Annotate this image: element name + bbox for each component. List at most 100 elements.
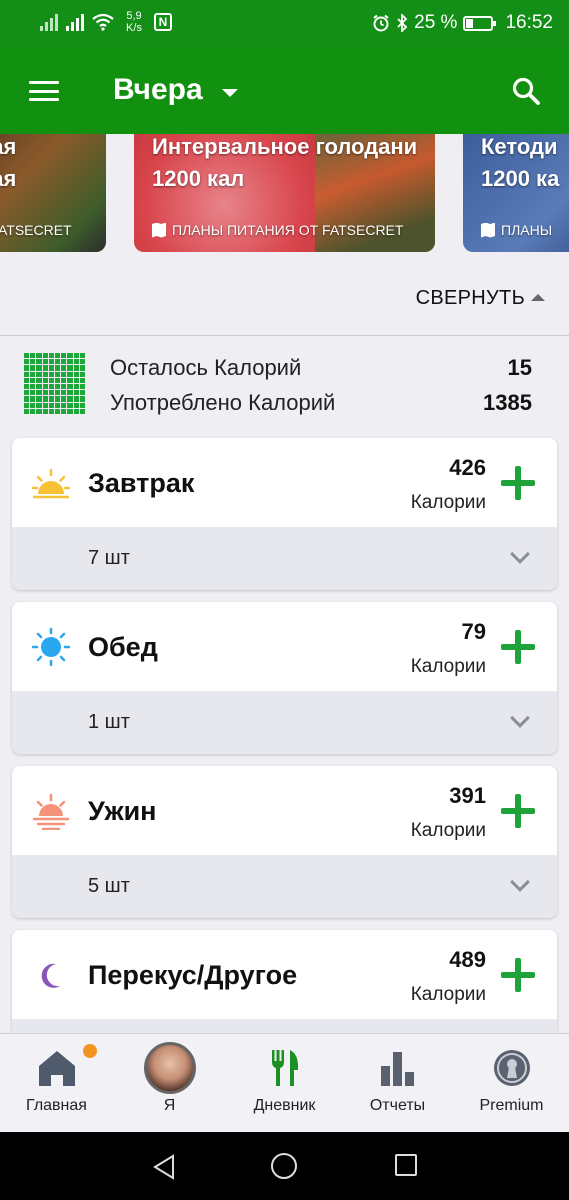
meal-header[interactable]: Завтрак 426 Калории bbox=[12, 438, 557, 527]
meal-items-row[interactable]: 1 шт bbox=[12, 691, 557, 754]
nav-premium-label: Premium bbox=[479, 1097, 544, 1114]
menu-icon[interactable] bbox=[29, 81, 59, 101]
search-icon[interactable] bbox=[511, 76, 541, 106]
meal-plan-source-label: ПЛАНЫ ПИТАНИЯ ОТ FATSECRET bbox=[172, 222, 404, 238]
meal-name: Ужин bbox=[88, 796, 157, 826]
nav-diary[interactable]: Дневник bbox=[228, 1034, 341, 1133]
meal-plan-title-line2: ная bbox=[0, 166, 17, 191]
moon-icon bbox=[41, 963, 60, 988]
meal-calories-label: Калории bbox=[410, 492, 486, 513]
divider bbox=[0, 335, 569, 336]
meal-plan-title-line1: вая bbox=[0, 134, 17, 159]
date-title[interactable]: Вчера bbox=[113, 73, 203, 107]
nav-home[interactable]: Главная bbox=[0, 1034, 113, 1133]
bluetooth-icon bbox=[397, 14, 408, 32]
meal-item-count: 7 шт bbox=[88, 547, 130, 569]
calorie-grid-icon bbox=[24, 353, 85, 414]
meal-plan-source: T FATSECRET bbox=[0, 222, 72, 238]
add-food-button[interactable] bbox=[501, 466, 535, 500]
chevron-down-icon[interactable] bbox=[510, 544, 530, 564]
meal-plan-title-line1: Кетоди bbox=[481, 134, 558, 159]
meal-item-count: 1 шт bbox=[88, 711, 130, 733]
nav-reports-label: Отчеты bbox=[369, 1097, 426, 1114]
clock: 16:52 bbox=[505, 12, 553, 33]
signal-1-icon bbox=[40, 13, 58, 31]
nav-reports[interactable]: Отчеты bbox=[341, 1034, 454, 1133]
meal-plan-card[interactable]: Интервальное голодани 1200 кал ПЛАНЫ ПИТ… bbox=[134, 134, 435, 252]
meal-plans-carousel[interactable]: вая ная T FATSECRET Интервальное голодан… bbox=[0, 134, 569, 252]
remaining-calories-value: 15 bbox=[507, 355, 532, 380]
nav-me[interactable]: Я bbox=[113, 1034, 226, 1133]
app-bar: Вчера bbox=[0, 47, 569, 134]
cutlery-icon bbox=[271, 1050, 298, 1086]
chevron-down-icon[interactable] bbox=[510, 708, 530, 728]
sunrise-icon bbox=[32, 468, 70, 499]
battery-icon bbox=[463, 15, 497, 31]
bottom-navigation: Главная Я Дневник Отчеты Premium bbox=[0, 1033, 569, 1132]
meal-name: Завтрак bbox=[88, 468, 195, 498]
meal-card-dinner[interactable]: Ужин 391 Калории 5 шт bbox=[12, 766, 557, 918]
remaining-calories-label: Осталось Калорий bbox=[110, 355, 302, 380]
add-food-button[interactable] bbox=[501, 958, 535, 992]
collapse-button[interactable]: СВЕРНУТЬ bbox=[416, 287, 545, 310]
network-speed-value: 5,9 bbox=[126, 10, 142, 22]
chevron-down-icon[interactable] bbox=[510, 872, 530, 892]
alarm-icon bbox=[373, 14, 389, 32]
meal-card-breakfast[interactable]: Завтрак 426 Калории 7 шт bbox=[12, 438, 557, 590]
recent-apps-icon[interactable] bbox=[395, 1154, 417, 1176]
system-navigation-bar bbox=[0, 1132, 569, 1200]
meal-plan-card[interactable]: Кетоди 1200 ка ПЛАНЫ bbox=[463, 134, 569, 252]
status-right: 25 % 16:52 bbox=[372, 12, 553, 34]
meal-calories-label: Калории bbox=[410, 820, 486, 841]
meal-plan-source-label: ПЛАНЫ bbox=[501, 222, 553, 238]
status-left: 5,9 K/s N bbox=[40, 10, 172, 34]
battery-percent: 25 % bbox=[414, 12, 458, 33]
meal-name: Обед bbox=[88, 632, 158, 662]
bar-chart-icon bbox=[380, 1052, 414, 1086]
meal-header[interactable]: Ужин 391 Калории bbox=[12, 766, 557, 855]
nfc-icon: N bbox=[154, 13, 172, 31]
wifi-icon bbox=[92, 13, 114, 31]
signal-2-icon bbox=[66, 13, 84, 31]
consumed-calories-label: Употреблено Калорий bbox=[110, 390, 336, 415]
meal-calories-label: Калории bbox=[410, 656, 486, 677]
meal-items-row[interactable]: 7 шт bbox=[12, 527, 557, 590]
meal-plan-card[interactable]: вая ная T FATSECRET bbox=[0, 134, 106, 252]
meal-calories: 426 bbox=[449, 455, 486, 480]
nav-diary-label: Дневник bbox=[253, 1097, 316, 1114]
meal-plan-source: ПЛАНЫ ПИТАНИЯ ОТ FATSECRET bbox=[152, 222, 403, 238]
dropdown-caret-icon[interactable] bbox=[222, 89, 238, 97]
map-icon bbox=[152, 222, 166, 238]
meal-plan-title-line2: 1200 ка bbox=[481, 166, 560, 191]
meal-item-count: 5 шт bbox=[88, 875, 130, 897]
nav-premium[interactable]: Premium bbox=[455, 1034, 568, 1133]
sun-icon bbox=[32, 628, 70, 666]
add-food-button[interactable] bbox=[501, 630, 535, 664]
status-bar: 5,9 K/s N 25 % 16:52 bbox=[0, 0, 569, 47]
meal-plan-source-label: T FATSECRET bbox=[0, 222, 72, 238]
nav-home-label: Главная bbox=[26, 1097, 87, 1114]
avatar bbox=[143, 1042, 196, 1094]
back-icon[interactable] bbox=[152, 1154, 176, 1180]
map-icon bbox=[481, 222, 495, 238]
meal-items-row[interactable]: 5 шт bbox=[12, 855, 557, 918]
add-food-button[interactable] bbox=[501, 794, 535, 828]
meal-calories: 391 bbox=[449, 783, 486, 808]
consumed-calories-value: 1385 bbox=[483, 390, 532, 415]
network-speed: 5,9 K/s bbox=[122, 10, 146, 34]
meal-header[interactable]: Обед 79 Калории bbox=[12, 602, 557, 691]
home-icon bbox=[38, 1051, 75, 1086]
meal-name: Перекус/Другое bbox=[88, 960, 298, 990]
meal-calories-label: Калории bbox=[410, 984, 486, 1005]
network-speed-unit: K/s bbox=[126, 22, 142, 34]
sunset-icon bbox=[32, 793, 70, 830]
meal-card-lunch[interactable]: Обед 79 Калории 1 шт bbox=[12, 602, 557, 754]
notification-dot bbox=[83, 1044, 97, 1058]
premium-badge-icon bbox=[493, 1050, 530, 1086]
home-system-icon[interactable] bbox=[271, 1153, 297, 1179]
meal-header[interactable]: Перекус/Другое 489 Калории bbox=[12, 930, 557, 1019]
nav-me-label: Я bbox=[163, 1097, 176, 1114]
meal-plan-source: ПЛАНЫ bbox=[481, 222, 552, 238]
meal-calories: 489 bbox=[449, 947, 486, 972]
chevron-up-icon bbox=[531, 294, 545, 301]
